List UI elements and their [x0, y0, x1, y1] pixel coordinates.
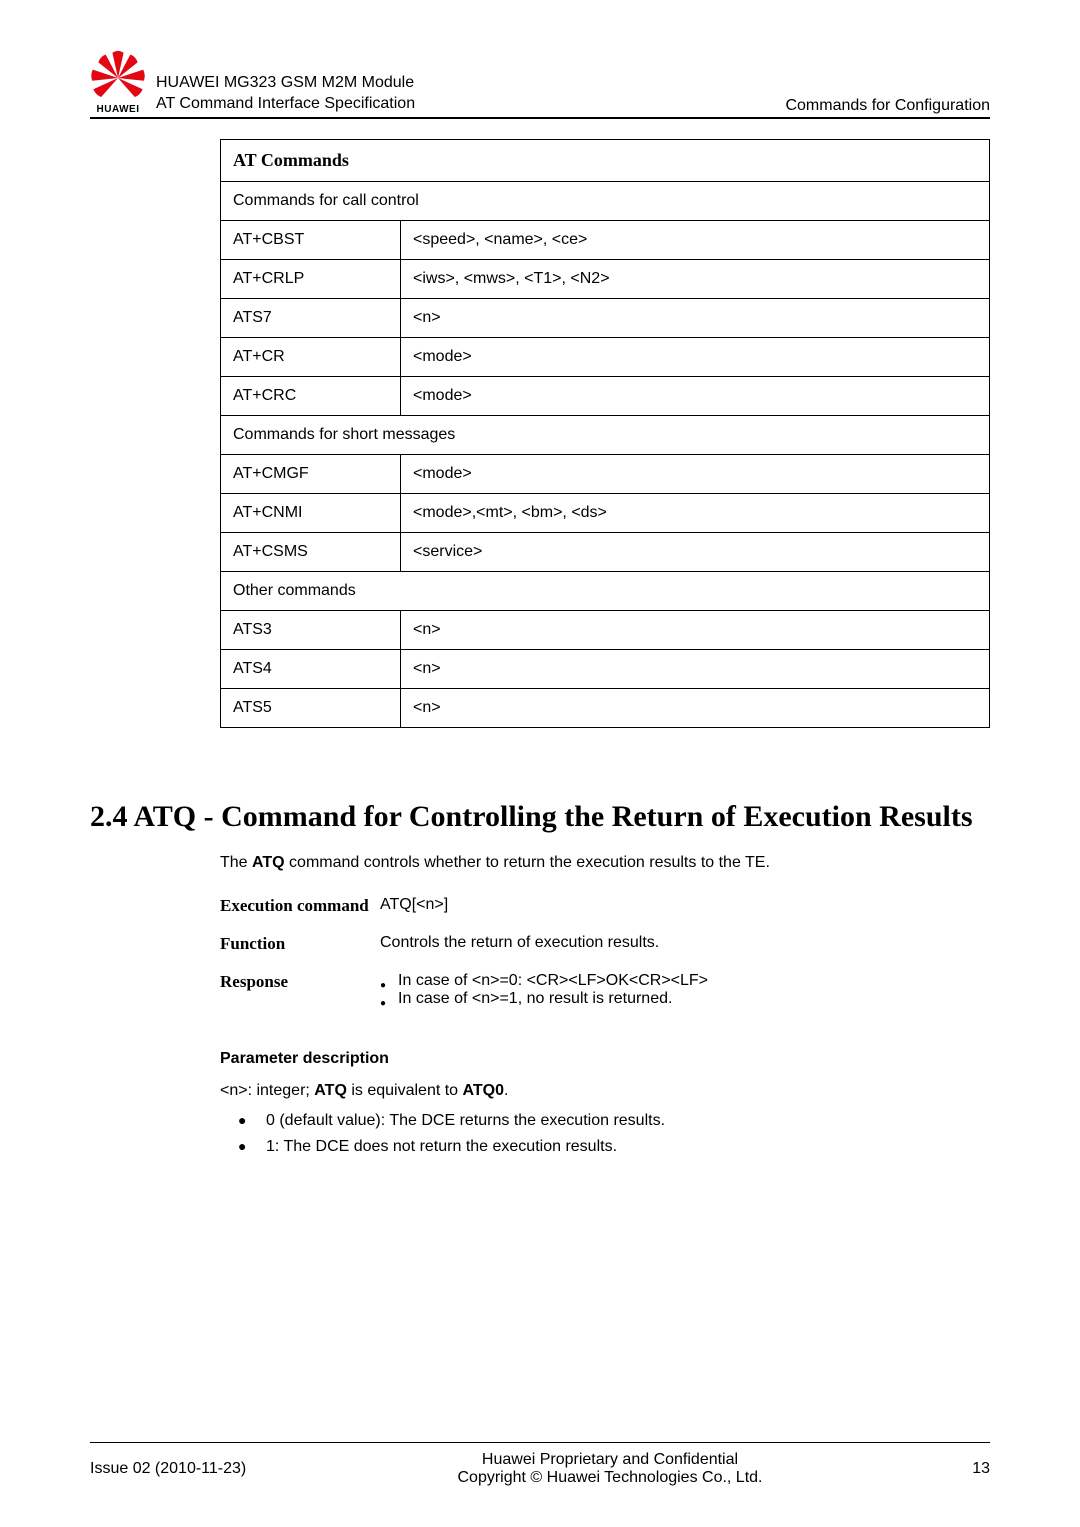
cmd-name-cell: ATS5 — [221, 689, 401, 728]
table-row: ATS4<n> — [221, 650, 990, 689]
footer-c2: Copyright © Huawei Technologies Co., Ltd… — [290, 1469, 930, 1487]
intro-pre: The — [220, 854, 252, 871]
bullet-icon — [380, 990, 392, 1008]
cmd-name-cell: AT+CSMS — [221, 533, 401, 572]
table-section-cell: Other commands — [221, 572, 990, 611]
cmd-name-cell: AT+CNMI — [221, 494, 401, 533]
footer-center: Huawei Proprietary and Confidential Copy… — [290, 1451, 930, 1487]
intro-post: command controls whether to return the e… — [285, 854, 770, 871]
exec-val: ATQ[<n>] — [380, 896, 990, 916]
cmd-name-cell: AT+CRC — [221, 377, 401, 416]
table-row: AT+CNMI<mode>,<mt>, <bm>, <ds> — [221, 494, 990, 533]
table-row: AT+CMGF<mode> — [221, 455, 990, 494]
table-row: Commands for short messages — [221, 416, 990, 455]
table-row: Other commands — [221, 572, 990, 611]
cmd-name-cell: AT+CBST — [221, 221, 401, 260]
cmd-param-cell: <service> — [401, 533, 990, 572]
table-row: AT+CRLP<iws>, <mws>, <T1>, <N2> — [221, 260, 990, 299]
logo-block: HUAWEI — [90, 50, 146, 115]
resp-val: In case of <n>=0: <CR><LF>OK<CR><LF> In … — [380, 972, 990, 1008]
pd-b2: ATQ0 — [463, 1082, 504, 1099]
header-text: HUAWEI MG323 GSM M2M Module AT Command I… — [156, 73, 990, 115]
table-section-cell: Commands for short messages — [221, 416, 990, 455]
cmd-param-cell: <speed>, <name>, <ce> — [401, 221, 990, 260]
at-commands-table-wrap: AT Commands Commands for call controlAT+… — [220, 139, 990, 728]
table-row: Commands for call control — [221, 182, 990, 221]
table-row: AT+CR<mode> — [221, 338, 990, 377]
header-right: Commands for Configuration — [785, 97, 990, 115]
pd-b1: ATQ — [314, 1082, 347, 1099]
at-commands-table: AT Commands Commands for call controlAT+… — [220, 139, 990, 728]
parameter-description: Parameter description <n>: integer; ATQ … — [220, 1050, 990, 1156]
resp-2: In case of <n>=1, no result is returned. — [398, 990, 672, 1008]
doc-title-2: AT Command Interface Specification — [156, 94, 415, 115]
section-title: 2.4 ATQ - Command for Controlling the Re… — [90, 798, 990, 836]
cmd-param-cell: <n> — [401, 689, 990, 728]
pd-mid: is equivalent to — [347, 1082, 463, 1099]
doc-title-1: HUAWEI MG323 GSM M2M Module — [156, 73, 415, 94]
footer-left: Issue 02 (2010-11-23) — [90, 1460, 290, 1478]
section-intro: The ATQ command controls whether to retu… — [220, 854, 990, 872]
cmd-name-cell: AT+CR — [221, 338, 401, 377]
table-header: AT Commands — [221, 140, 990, 182]
cmd-param-cell: <n> — [401, 650, 990, 689]
table-row: ATS5<n> — [221, 689, 990, 728]
footer-right: 13 — [930, 1460, 990, 1478]
func-val: Controls the return of execution results… — [380, 934, 990, 954]
intro-bold: ATQ — [252, 854, 285, 871]
cmd-param-cell: <n> — [401, 611, 990, 650]
table-section-cell: Commands for call control — [221, 182, 990, 221]
resp-label: Response — [220, 972, 380, 1008]
table-row: ATS3<n> — [221, 611, 990, 650]
table-row: ATS7<n> — [221, 299, 990, 338]
table-row: AT+CRC<mode> — [221, 377, 990, 416]
exec-label: Execution command — [220, 896, 380, 916]
cmd-name-cell: ATS3 — [221, 611, 401, 650]
cmd-param-cell: <mode> — [401, 338, 990, 377]
list-item: 0 (default value): The DCE returns the e… — [238, 1112, 990, 1130]
list-item: 1: The DCE does not return the execution… — [238, 1138, 990, 1156]
huawei-logo-icon — [90, 50, 146, 106]
param-list: 0 (default value): The DCE returns the e… — [220, 1112, 990, 1156]
table-row: AT+CSMS<service> — [221, 533, 990, 572]
header-left: HUAWEI MG323 GSM M2M Module AT Command I… — [156, 73, 415, 115]
footer-c1: Huawei Proprietary and Confidential — [290, 1451, 930, 1469]
pd-line: <n>: integer; ATQ is equivalent to ATQ0. — [220, 1082, 990, 1100]
cmd-name-cell: AT+CMGF — [221, 455, 401, 494]
cmd-param-cell: <mode>,<mt>, <bm>, <ds> — [401, 494, 990, 533]
page-header: HUAWEI HUAWEI MG323 GSM M2M Module AT Co… — [90, 50, 990, 119]
resp-1: In case of <n>=0: <CR><LF>OK<CR><LF> — [398, 972, 708, 990]
cmd-param-cell: <n> — [401, 299, 990, 338]
page-footer: Issue 02 (2010-11-23) Huawei Proprietary… — [90, 1442, 990, 1487]
cmd-param-cell: <mode> — [401, 455, 990, 494]
cmd-name-cell: AT+CRLP — [221, 260, 401, 299]
cmd-name-cell: ATS4 — [221, 650, 401, 689]
table-row: AT+CBST<speed>, <name>, <ce> — [221, 221, 990, 260]
pd-post: . — [504, 1082, 508, 1099]
pd-pre: <n>: integer; — [220, 1082, 314, 1099]
cmd-name-cell: ATS7 — [221, 299, 401, 338]
definition-list: Execution command ATQ[<n>] Function Cont… — [220, 896, 990, 1008]
cmd-param-cell: <iws>, <mws>, <T1>, <N2> — [401, 260, 990, 299]
cmd-param-cell: <mode> — [401, 377, 990, 416]
bullet-icon — [380, 972, 392, 990]
func-label: Function — [220, 934, 380, 954]
pd-title: Parameter description — [220, 1050, 990, 1068]
